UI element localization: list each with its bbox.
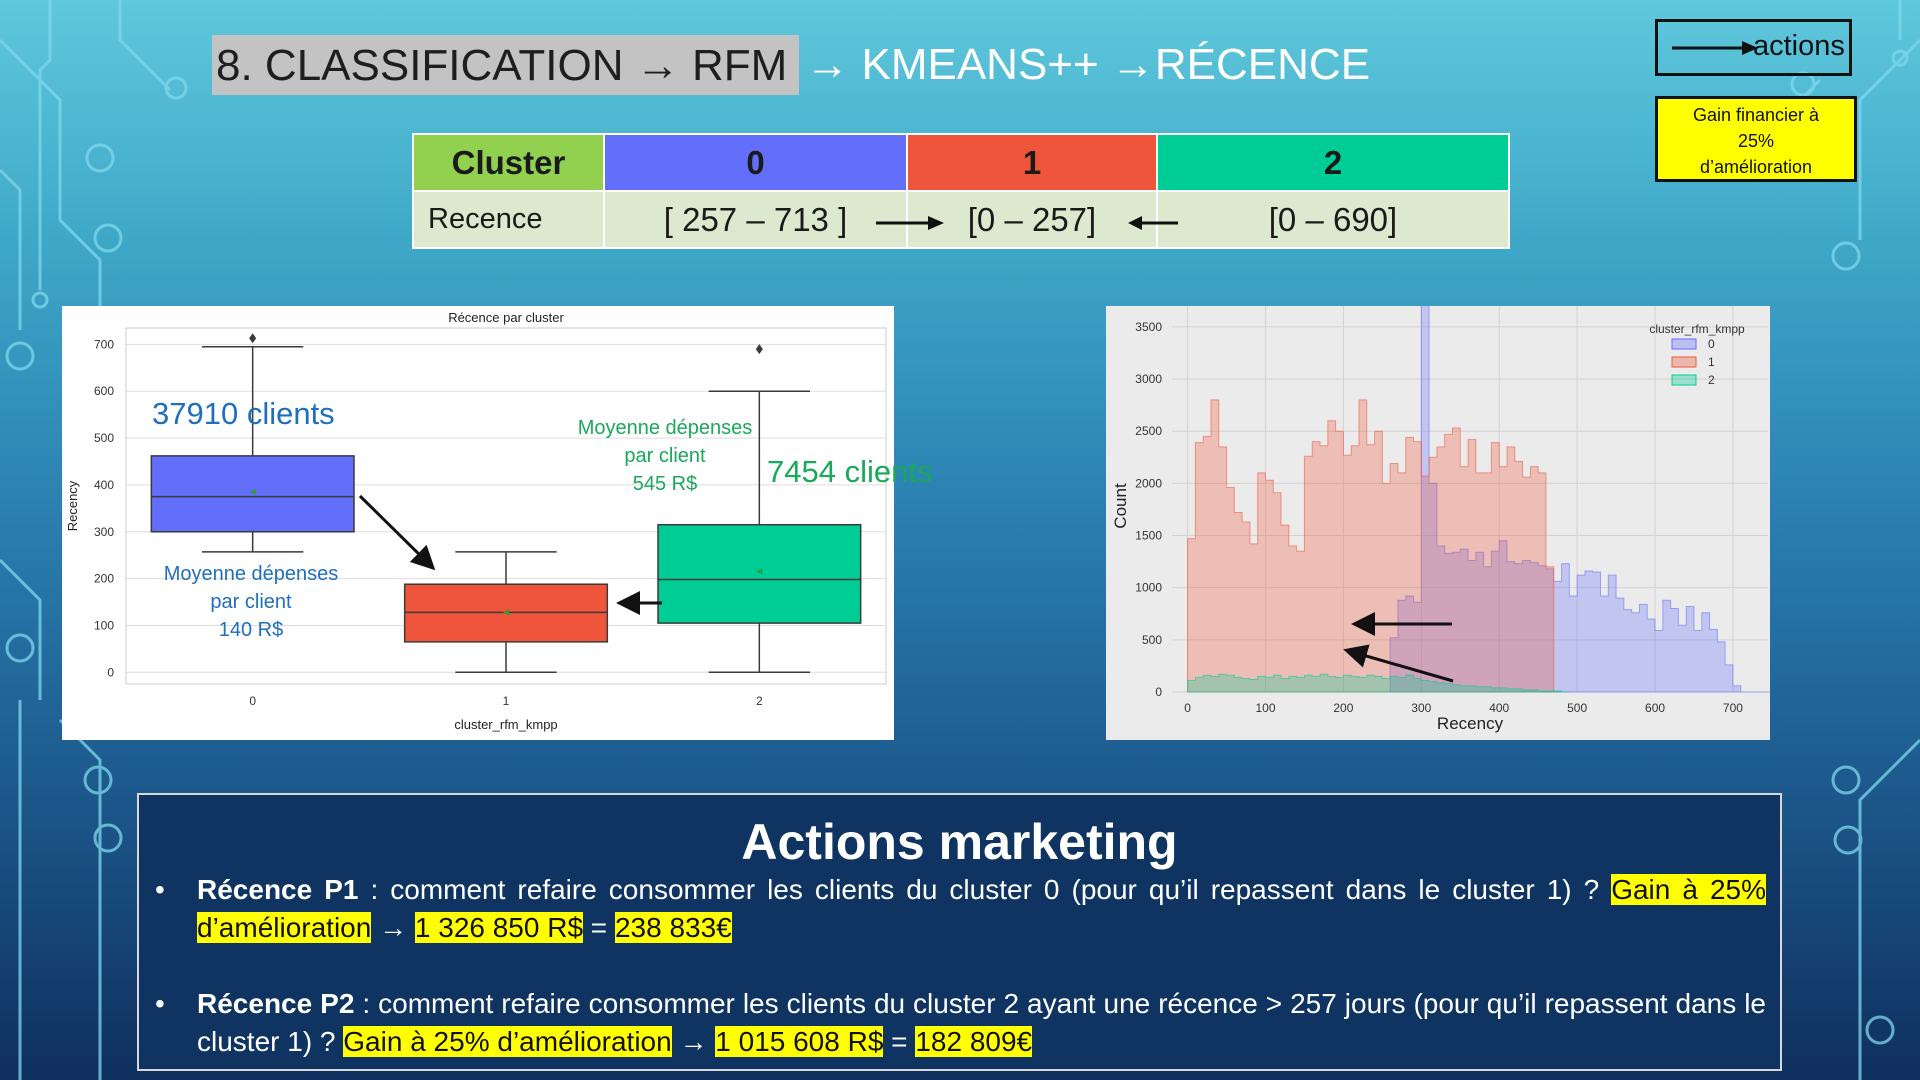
- x-axis-label: cluster_rfm_kmpp: [454, 717, 557, 732]
- y-tick-label: 300: [94, 525, 114, 539]
- bullet-icon: •: [155, 988, 165, 1019]
- x-tick-label: 400: [1489, 701, 1509, 715]
- y-tick-label: 0: [1155, 685, 1162, 699]
- cluster2-spend-line: Moyenne dépenses: [577, 417, 753, 439]
- action-item-p2: • Récence P2 : comment refaire consommer…: [155, 985, 1766, 1061]
- gain-line-2: 25%: [1737, 131, 1775, 151]
- action-item-p1: • Récence P1 : comment refaire consommer…: [155, 871, 1766, 947]
- slide-title: 8. CLASSIFICATION → RFM → KMEANS++ →RÉCE…: [212, 35, 1371, 95]
- boxplot-chart: 0 100 200 300 400 500 600 700 0 1 2 Récence par clu…: [65, 310, 887, 732]
- y-tick-label: 2000: [1135, 476, 1162, 490]
- x-tick-label: 200: [1333, 701, 1353, 715]
- chart-title: Récence par cluster: [448, 310, 564, 325]
- x-tick-label: 1: [503, 694, 510, 708]
- legend-label: 1: [1708, 355, 1715, 369]
- cluster0-spend-line: Moyenne dépenses: [163, 563, 339, 585]
- action-text: : comment refaire consommer les clients …: [358, 874, 1612, 905]
- legend-title: cluster_rfm_kmpp: [1649, 322, 1745, 336]
- action-label: Récence P2: [197, 988, 355, 1019]
- amount-eur: 182 809€: [915, 1026, 1033, 1057]
- title-highlighted: 8. CLASSIFICATION → RFM: [212, 35, 800, 95]
- range-cell-2: [0 – 690]: [1156, 190, 1510, 249]
- y-tick-label: 3500: [1135, 320, 1162, 334]
- box-body: [150, 455, 355, 533]
- bullet-icon: •: [155, 874, 165, 905]
- y-tick-label: 100: [94, 618, 114, 632]
- amount-brl: 1 326 850 R$: [414, 912, 584, 943]
- row-label: Recence: [412, 190, 605, 249]
- y-tick-label: 400: [94, 478, 114, 492]
- table-header-row: Cluster 0 1 2: [412, 133, 1510, 192]
- legend-label: 2: [1708, 373, 1715, 387]
- y-tick-label: 500: [94, 431, 114, 445]
- cluster0-spend-line: par client: [210, 591, 292, 613]
- gain-line-3: d’amélioration: [1699, 157, 1813, 177]
- y-tick-label: 3000: [1135, 372, 1162, 386]
- arrow-right-icon: [1672, 41, 1758, 55]
- range-cell-0: [ 257 – 713 ]: [603, 190, 908, 249]
- cluster2-spend-line: 545 R$: [632, 473, 698, 495]
- boxplot-panel: 0 100 200 300 400 500 600 700 0 1 2 Récence par clu…: [62, 306, 932, 740]
- legend-label: 0: [1708, 337, 1715, 351]
- y-tick-label: 200: [94, 572, 114, 586]
- histogram-panel: 0 100 200 300 400 500 600 700 0 500 1000 1500 2000 25…: [1106, 303, 1920, 740]
- y-tick-label: 1000: [1135, 581, 1162, 595]
- header-cell: 0: [603, 133, 908, 192]
- legend-label: actions: [1753, 30, 1845, 62]
- table-row: Recence [ 257 – 713 ] [0 – 257] [0 – 690…: [412, 190, 1510, 249]
- cluster-table: Cluster 0 1 2 Recence [ 257 – 713 ] [0 –…: [412, 133, 1510, 249]
- cluster2-spend: Moyenne dépenses par client 545 R$: [565, 414, 765, 498]
- action-label: Récence P1: [197, 874, 359, 905]
- cluster0-spend: Moyenne dépenses par client 140 R$: [152, 560, 350, 644]
- y-tick-label: 0: [107, 665, 114, 679]
- cluster0-spend-line: 140 R$: [218, 619, 284, 641]
- equals-glyph: =: [583, 912, 615, 943]
- header-cell: 2: [1156, 133, 1510, 192]
- range-cell-1: [0 – 257]: [906, 190, 1158, 249]
- y-tick-label: 700: [94, 337, 114, 351]
- y-tick-label: 600: [94, 384, 114, 398]
- actions-title: Actions marketing: [741, 814, 1178, 870]
- y-tick-label: 500: [1142, 633, 1162, 647]
- gain-note: Gain financier à 25% d’amélioration: [1655, 96, 1857, 182]
- cluster2-spend-line: par client: [624, 445, 706, 467]
- y-axis-label: Recency: [65, 480, 80, 531]
- amount-eur: 238 833€: [614, 912, 732, 943]
- actions-legend: actions: [1655, 19, 1852, 76]
- histogram-chart: 0 100 200 300 400 500 600 700 0 500 1000 1500 2000 25…: [1111, 303, 1920, 733]
- x-tick-label: 700: [1723, 701, 1743, 715]
- x-tick-label: 0: [249, 694, 256, 708]
- x-tick-label: 500: [1567, 701, 1587, 715]
- cluster2-clients: 7454 clients: [767, 454, 933, 489]
- legend-swatch: [1671, 356, 1697, 368]
- x-tick-label: 2: [756, 694, 763, 708]
- x-tick-label: 300: [1411, 701, 1431, 715]
- y-tick-label: 2500: [1135, 424, 1162, 438]
- equals-glyph: =: [883, 1026, 916, 1057]
- arrow-glyph: →: [371, 912, 415, 943]
- x-tick-label: 600: [1645, 701, 1665, 715]
- actions-marketing-box: Actions marketing • Récence P1 : comment…: [137, 793, 1782, 1071]
- y-tick-label: 1500: [1135, 529, 1162, 543]
- legend-swatch: [1671, 338, 1697, 350]
- x-tick-label: 0: [1184, 701, 1191, 715]
- legend-swatch: [1671, 374, 1697, 386]
- amount-brl: 1 015 608 R$: [715, 1026, 884, 1057]
- title-continuation: → KMEANS++ →RÉCENCE: [805, 40, 1371, 89]
- y-axis-label: Count: [1111, 483, 1130, 529]
- x-axis-label: Recency: [1437, 714, 1504, 733]
- x-tick-label: 100: [1255, 701, 1275, 715]
- gain-highlight: Gain à 25% d’amélioration: [343, 1026, 672, 1057]
- box-body: [657, 523, 862, 624]
- header-cell: 1: [906, 133, 1158, 192]
- header-cell: Cluster: [412, 133, 605, 192]
- cluster0-clients: 37910 clients: [152, 396, 335, 431]
- arrow-glyph: →: [671, 1026, 716, 1057]
- gain-line-1: Gain financier à: [1692, 105, 1820, 125]
